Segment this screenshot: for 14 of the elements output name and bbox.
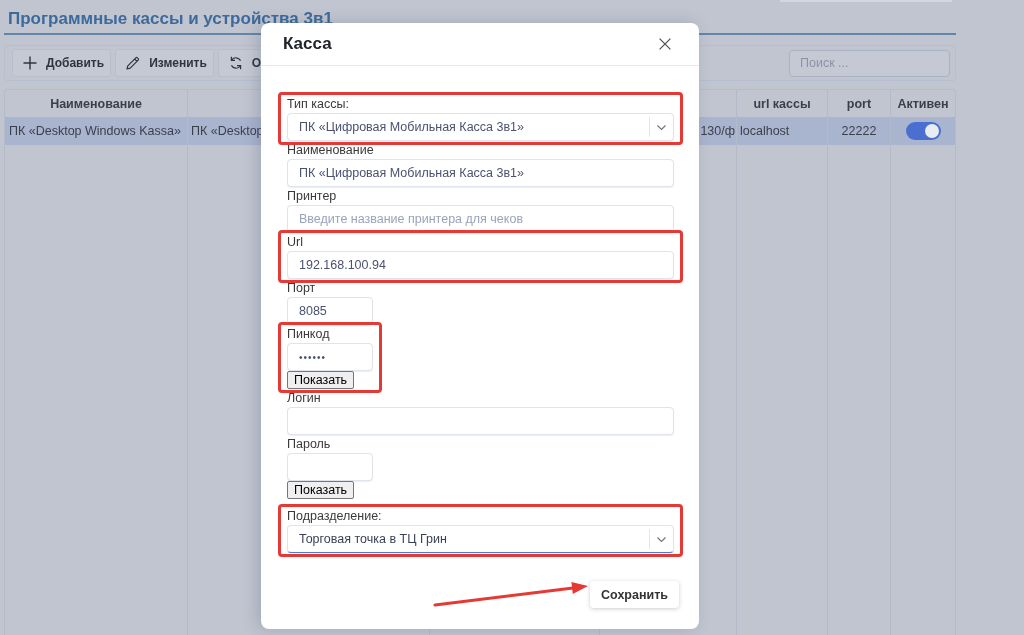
field-label: Пароль: [287, 437, 331, 452]
table-cell: 130/ф: [700, 124, 735, 138]
field-label: Пинкод: [287, 327, 330, 342]
field-label: Порт: [287, 281, 316, 296]
field-label: Подразделение:: [287, 509, 382, 524]
field-label: Принтер: [287, 189, 337, 204]
table-cell: 22222: [841, 124, 877, 138]
field-label: Логин: [287, 391, 321, 406]
field-label: Наименование: [287, 143, 374, 158]
table-cell: localhost: [740, 124, 790, 138]
dialog-title: Касса: [283, 34, 333, 54]
field-label: Url: [287, 235, 303, 250]
field-label: Тип кассы:: [287, 97, 349, 112]
table-cell: ПК «Desktop Windows Kassa»: [9, 124, 181, 138]
